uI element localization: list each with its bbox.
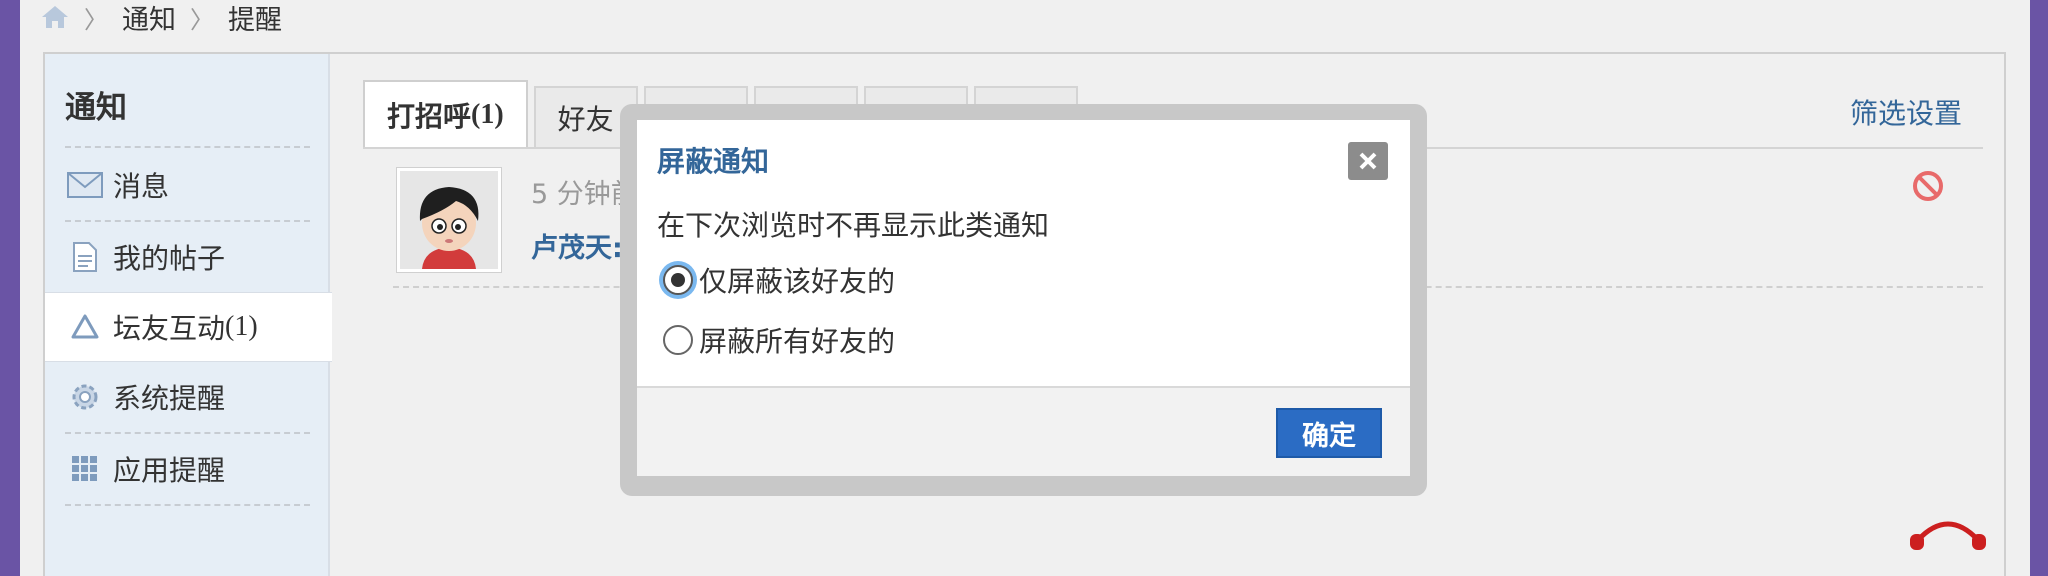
breadcrumb-item-reminder: 提醒 [228,4,282,36]
headphone-logo-watermark [1868,510,2028,576]
block-notification-dialog: 屏蔽通知 在下次浏览时不再显示此类通知 仅屏蔽该好友的 屏蔽所有好友的 确定 [637,120,1410,476]
sidebar-item-label: 消息 [113,170,170,203]
filter-settings-link[interactable]: 筛选设置 [1850,92,1962,132]
dialog-message: 在下次浏览时不再显示此类通知 [657,209,1050,242]
radio-label: 屏蔽所有好友的 [699,325,896,358]
sidebar-item-forum-interaction[interactable]: 坛友互动 (1) [45,292,332,362]
sidebar-item-count: (1) [225,311,258,342]
close-button[interactable] [1348,142,1388,180]
tab-label: 打招呼 [387,100,472,133]
window-frame-left [0,0,20,576]
window-frame-right [2030,0,2048,576]
radio-label: 仅屏蔽该好友的 [699,265,896,298]
sidebar-divider [65,146,310,148]
envelope-icon [67,170,103,200]
sidebar-item-system-reminders[interactable]: 系统提醒 [45,362,330,432]
sidebar-title: 通知 [65,90,127,126]
tab-label: 好友 [557,103,614,136]
document-icon [67,242,103,272]
sidebar-item-label: 坛友互动 [113,312,226,345]
breadcrumb-separator-icon: 〉 [190,5,214,34]
confirm-button[interactable]: 确定 [1276,408,1382,458]
sidebar-item-label: 应用提醒 [113,454,226,487]
sidebar-item-label: 我的帖子 [113,242,226,275]
sidebar-divider [65,504,310,506]
grid-icon [67,454,103,484]
block-icon[interactable] [1912,170,1944,202]
breadcrumb: 〉 通知 〉 提醒 [40,0,282,37]
option-block-this-friend[interactable]: 仅屏蔽该好友的 [663,260,895,300]
sidebar: 通知 消息 我的帖子 坛友互动 (1) 系统提醒 应用提醒 [45,54,332,576]
sidebar-item-messages[interactable]: 消息 [45,150,330,220]
breadcrumb-item-notice[interactable]: 通知 [122,0,176,37]
dialog-title: 屏蔽通知 [657,145,770,178]
radio-button[interactable] [663,265,693,295]
breadcrumb-separator-icon: 〉 [84,5,108,34]
recycle-icon [67,312,103,342]
sidebar-item-my-posts[interactable]: 我的帖子 [45,222,330,292]
tab-greetings[interactable]: 打招呼 (1) [363,80,528,148]
notification-user-link[interactable]: 卢茂天: [531,226,623,265]
option-block-all-friends[interactable]: 屏蔽所有好友的 [663,320,895,360]
dialog-footer: 确定 [637,386,1410,476]
sidebar-item-label: 系统提醒 [113,382,226,415]
avatar[interactable] [397,168,501,272]
radio-button[interactable] [663,325,693,355]
close-icon [1359,152,1377,170]
home-icon[interactable] [40,4,70,30]
gear-icon [67,382,103,412]
sidebar-item-app-reminders[interactable]: 应用提醒 [45,434,330,504]
tab-count: (1) [471,99,504,130]
